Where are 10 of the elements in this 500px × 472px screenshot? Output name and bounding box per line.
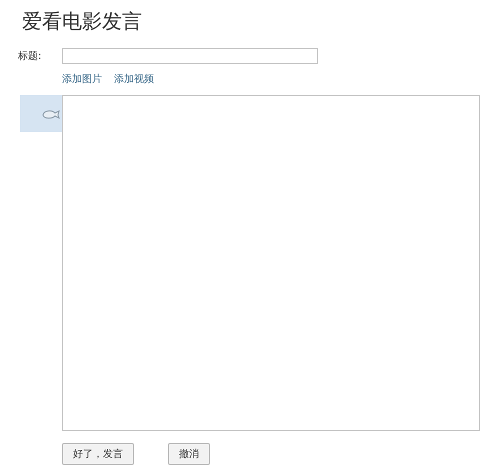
fish-icon (42, 108, 60, 118)
link[interactable]: 添加视频 (114, 72, 154, 87)
page-title: 爱看电影发言 (22, 8, 143, 34)
title-input[interactable] (62, 48, 318, 64)
link[interactable]: 添加图片 (62, 72, 102, 87)
field-label: 标题: (18, 50, 42, 64)
message-textarea[interactable] (62, 95, 480, 431)
submit-button[interactable]: 好了，发言 (62, 443, 134, 465)
sidebar-tab[interactable] (20, 95, 62, 132)
cancel-button[interactable]: 撤消 (168, 443, 210, 465)
